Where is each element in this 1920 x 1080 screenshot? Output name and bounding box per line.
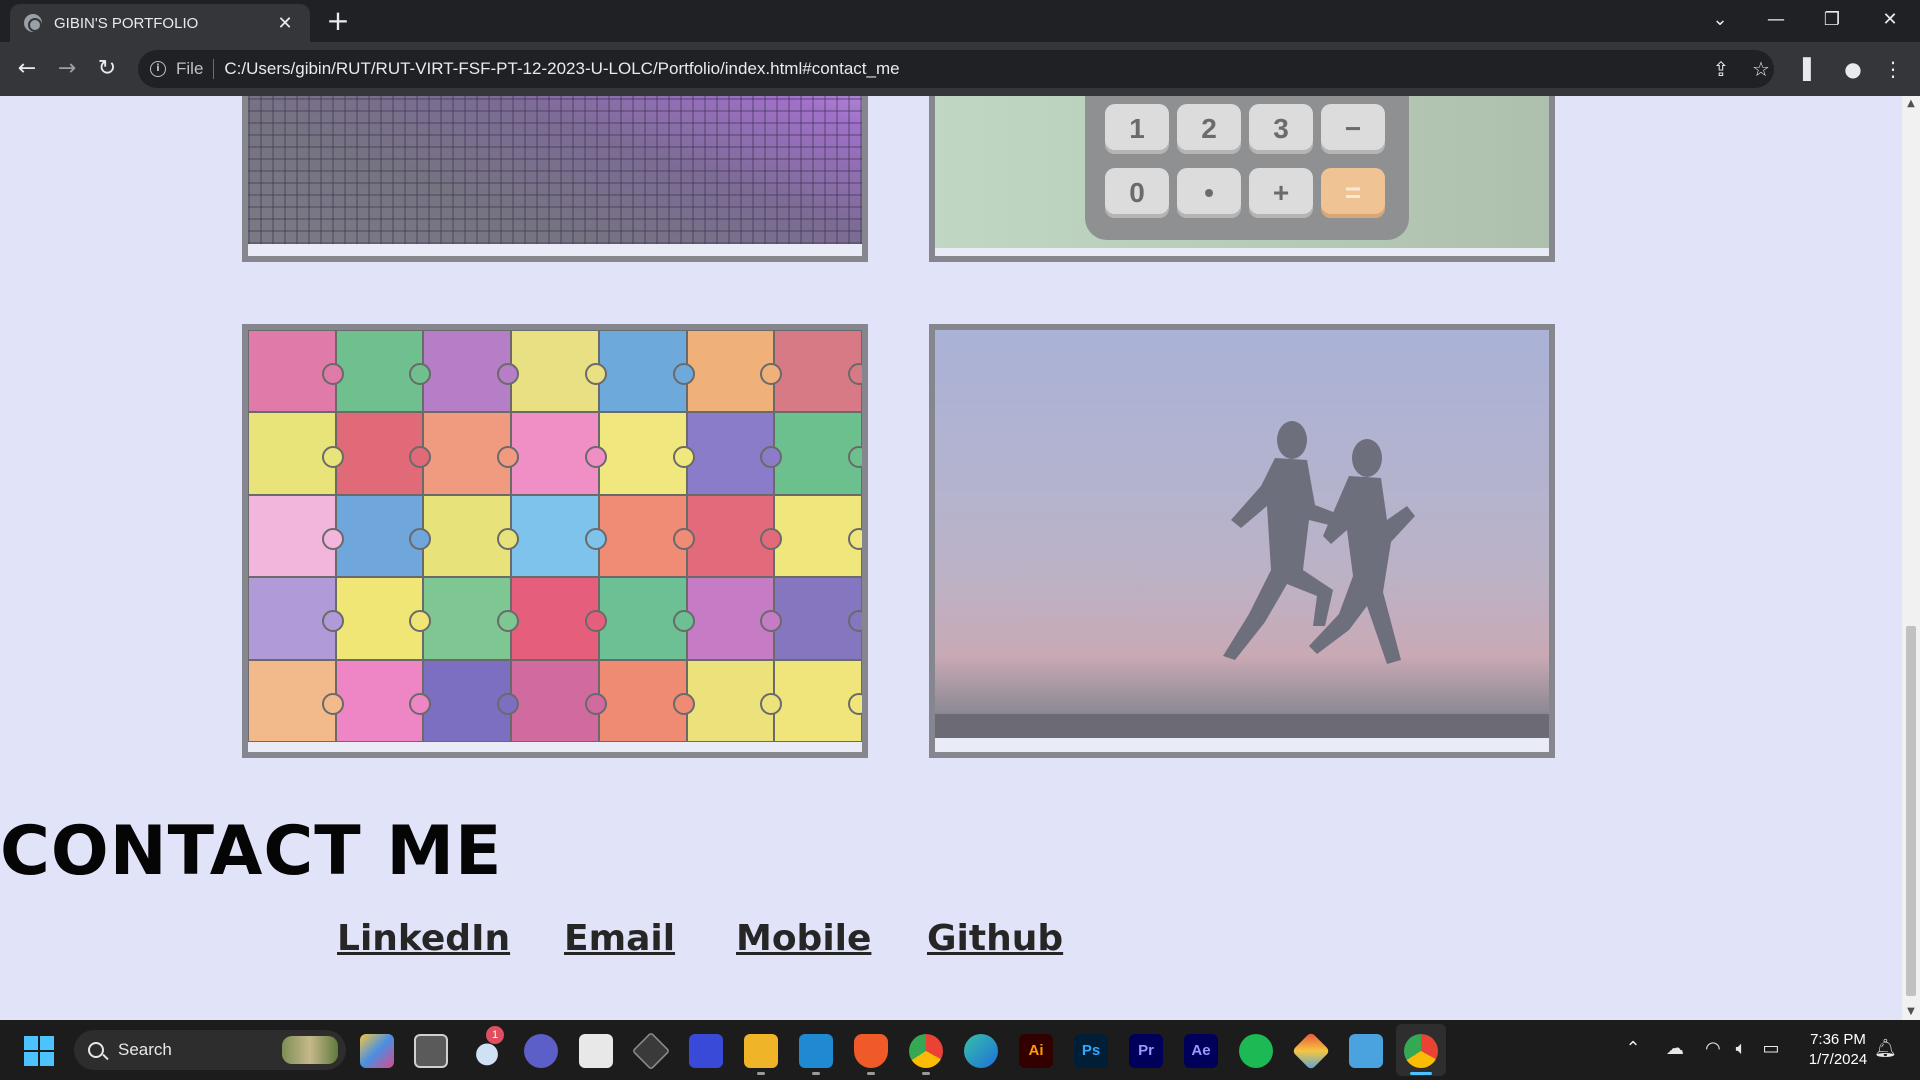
side-panel-icon[interactable]: ▌	[1796, 54, 1826, 84]
project-image-disco	[248, 96, 862, 244]
taskbar-clock[interactable]: 7:36 PM 1/7/2024	[1796, 1030, 1880, 1070]
taskbar-search-box[interactable]: Search	[74, 1030, 346, 1070]
share-icon[interactable]: ⇪	[1706, 54, 1736, 84]
new-tab-button[interactable]: +	[322, 6, 354, 38]
scroll-down-arrow-icon[interactable]: ▼	[1902, 1004, 1920, 1020]
clock-time: 7:36 PM	[1810, 1031, 1866, 1048]
scroll-thumb[interactable]	[1906, 626, 1916, 996]
profile-icon[interactable]: ●	[1838, 54, 1868, 84]
tray-overflow-chevron-icon[interactable]: ⌃	[1622, 1038, 1644, 1059]
contact-heading: CONTACT ME	[0, 812, 503, 891]
bookmark-star-icon[interactable]: ☆	[1746, 54, 1776, 84]
minimize-button[interactable]: —	[1748, 0, 1804, 38]
file-explorer-icon[interactable]	[744, 1034, 778, 1068]
calculator-key: 3	[1249, 104, 1313, 154]
browser-menu-icon[interactable]: ⋮	[1878, 54, 1908, 84]
reload-button[interactable]: ↻	[92, 54, 122, 84]
calculator-key: •	[1177, 168, 1241, 218]
calculator-key: −	[1321, 104, 1385, 154]
mobile-link[interactable]: Mobile	[736, 918, 871, 959]
taskbar-search-label: Search	[118, 1040, 172, 1059]
calculator-key: 2	[1177, 104, 1241, 154]
close-window-button[interactable]: ✕	[1862, 0, 1918, 38]
email-link[interactable]: Email	[564, 918, 675, 959]
tab-search-chevron-icon[interactable]: ⌄	[1692, 0, 1748, 38]
project-card-puzzle[interactable]	[242, 324, 868, 758]
windows-start-icon[interactable]	[24, 1036, 54, 1066]
battery-icon[interactable]: ▭	[1760, 1038, 1782, 1059]
page-viewport: 1 2 3 − 0 • + = CONTACT ME LinkedIn Emai…	[0, 96, 1902, 1020]
project-card-calculator[interactable]: 1 2 3 − 0 • + =	[929, 96, 1555, 262]
notification-bell-icon[interactable]: 🔔︎	[1874, 1038, 1897, 1059]
back-button[interactable]: ←	[12, 54, 42, 84]
after-effects-icon[interactable]: Ae	[1184, 1034, 1218, 1068]
tab-close-icon[interactable]: ✕	[274, 13, 296, 34]
url-scheme-label: File	[176, 59, 215, 79]
task-view-icon[interactable]	[414, 1034, 448, 1068]
tab-title: GIBIN'S PORTFOLIO	[54, 14, 199, 32]
onedrive-cloud-icon[interactable]: ☁	[1664, 1038, 1686, 1059]
git-app-icon[interactable]	[1291, 1031, 1331, 1071]
calculator-illustration: 1 2 3 − 0 • + =	[1085, 96, 1409, 240]
linkedin-link[interactable]: LinkedIn	[337, 918, 510, 959]
widgets-app-icon[interactable]	[360, 1034, 394, 1068]
calculator-key: =	[1321, 168, 1385, 218]
url-text[interactable]: C:/Users/gibin/RUT/RUT-VIRT-FSF-PT-12-20…	[224, 59, 899, 79]
clock-date: 1/7/2024	[1808, 1051, 1868, 1068]
edge-icon[interactable]	[964, 1034, 998, 1068]
unity-hub-icon[interactable]	[631, 1031, 671, 1071]
browser-toolbar: ← → ↻ i File C:/Users/gibin/RUT/RUT-VIRT…	[0, 42, 1920, 96]
brave-browser-icon[interactable]	[854, 1034, 888, 1068]
github-link[interactable]: Github	[927, 918, 1063, 959]
scroll-up-arrow-icon[interactable]: ▲	[1902, 96, 1920, 112]
chrome-icon[interactable]	[909, 1034, 943, 1068]
globe-icon	[24, 14, 42, 32]
project-card-disco[interactable]	[242, 96, 868, 262]
microsoft-store-icon[interactable]	[579, 1034, 613, 1068]
vertical-scrollbar[interactable]: ▲ ▼	[1902, 96, 1920, 1020]
project-image-calculator: 1 2 3 − 0 • + =	[935, 96, 1549, 248]
illustrator-icon[interactable]: Ai	[1019, 1034, 1053, 1068]
restore-button[interactable]: ❐	[1804, 0, 1860, 38]
project-image-puzzle	[248, 330, 862, 742]
calculator-key: 1	[1105, 104, 1169, 154]
project-image-runners	[935, 330, 1549, 738]
spotify-icon[interactable]	[1239, 1034, 1273, 1068]
calculator-key: 0	[1105, 168, 1169, 218]
teams-chat-icon[interactable]	[524, 1034, 558, 1068]
address-bar[interactable]: i File C:/Users/gibin/RUT/RUT-VIRT-FSF-P…	[138, 50, 1774, 88]
wifi-icon[interactable]: ◠	[1702, 1038, 1724, 1059]
browser-tab[interactable]: GIBIN'S PORTFOLIO ✕	[10, 4, 310, 42]
notes-app-icon[interactable]	[689, 1034, 723, 1068]
project-card-runners[interactable]	[929, 324, 1555, 758]
chrome-active-icon[interactable]	[1404, 1034, 1438, 1068]
notepad-icon[interactable]	[1349, 1034, 1383, 1068]
search-icon	[88, 1042, 104, 1058]
calculator-key: +	[1249, 168, 1313, 218]
volume-icon[interactable]: 🔈︎	[1730, 1038, 1752, 1059]
active-indicator	[1410, 1072, 1432, 1075]
photoshop-icon[interactable]: Ps	[1074, 1034, 1108, 1068]
windows-taskbar: Search 1 Ai Ps Pr Ae ⌃ ☁ ◠ 🔈︎ ▭ 7:36 PM …	[0, 1020, 1920, 1080]
info-icon[interactable]: i	[150, 61, 166, 77]
notification-badge: 1	[486, 1026, 504, 1044]
forward-button[interactable]: →	[52, 54, 82, 84]
runners-silhouette	[935, 421, 1549, 738]
search-highlight-image	[282, 1036, 338, 1064]
premiere-icon[interactable]: Pr	[1129, 1034, 1163, 1068]
vscode-icon[interactable]	[799, 1034, 833, 1068]
tab-strip: GIBIN'S PORTFOLIO ✕ + ⌄ — ❐ ✕	[0, 0, 1920, 42]
